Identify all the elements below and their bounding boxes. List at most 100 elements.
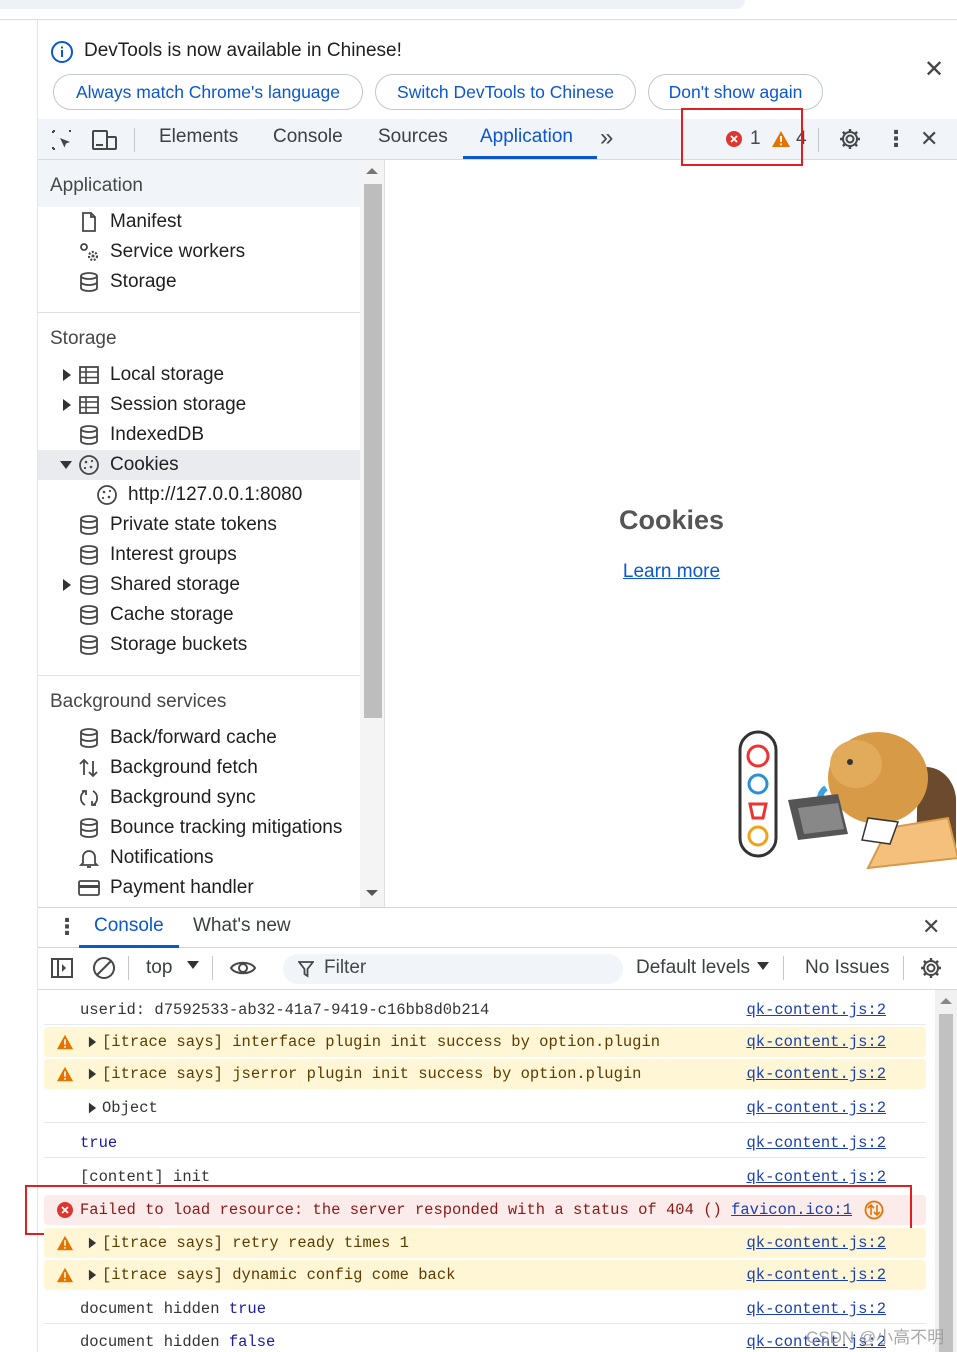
console-source-link[interactable]: qk-content.js:2 xyxy=(746,1162,886,1184)
console-warning-row[interactable]: [itrace says] interface plugin init succ… xyxy=(44,1027,926,1057)
database-icon xyxy=(80,818,98,838)
expand-triangle-icon[interactable] xyxy=(62,369,72,381)
tab-elements[interactable]: Elements xyxy=(159,126,238,148)
sidebar-item-storage-buckets[interactable]: Storage buckets xyxy=(110,630,247,660)
dont-show-again-button[interactable]: Don't show again xyxy=(648,74,823,110)
sidebar-item-cache-storage[interactable]: Cache storage xyxy=(110,600,234,630)
console-source-link[interactable]: qk-content.js:2 xyxy=(746,1128,886,1158)
issue-count-highlight xyxy=(681,108,803,166)
context-selector[interactable]: top xyxy=(146,957,172,979)
warning-icon xyxy=(56,1235,74,1251)
warning-icon xyxy=(56,1066,74,1082)
always-match-language-button[interactable]: Always match Chrome's language xyxy=(53,74,363,110)
sidebar-item-cookie-origin[interactable]: http://127.0.0.1:8080 xyxy=(128,480,302,510)
console-source-link[interactable]: qk-content.js:2 xyxy=(746,1294,886,1324)
expand-triangle-icon[interactable] xyxy=(88,1269,97,1281)
device-toolbar-icon[interactable] xyxy=(91,128,119,152)
console-message-text: document hidden false xyxy=(80,1333,276,1351)
console-source-link[interactable]: qk-content.js:2 xyxy=(746,1260,886,1290)
warning-icon xyxy=(56,1267,74,1283)
clear-console-icon[interactable] xyxy=(92,956,116,980)
more-options-icon[interactable]: ⋮ xyxy=(885,126,907,152)
console-warning-row[interactable]: [itrace says] retry ready times 1 qk-con… xyxy=(44,1228,926,1258)
scroll-down-arrow-icon[interactable] xyxy=(366,890,378,896)
tab-sources[interactable]: Sources xyxy=(378,126,448,148)
console-settings-gear-icon[interactable] xyxy=(919,956,943,980)
drawer-tab-console[interactable]: Console xyxy=(94,915,164,937)
console-warning-row[interactable]: [itrace says] jserror plugin init succes… xyxy=(44,1059,926,1089)
close-devtools-icon[interactable]: ✕ xyxy=(920,126,938,152)
toolbar-separator xyxy=(783,956,784,980)
section-background-services: Background services xyxy=(50,691,227,712)
tab-console[interactable]: Console xyxy=(273,126,343,148)
database-icon xyxy=(80,515,98,535)
scroll-up-arrow-icon[interactable] xyxy=(366,168,378,174)
expand-triangle-icon[interactable] xyxy=(62,579,72,591)
sidebar-item-storage[interactable]: Storage xyxy=(110,267,177,297)
sidebar-item-background-sync[interactable]: Background sync xyxy=(110,783,256,813)
scroll-up-arrow-icon[interactable] xyxy=(940,998,952,1004)
sidebar-item-interest-groups[interactable]: Interest groups xyxy=(110,540,237,570)
console-row[interactable]: Object qk-content.js:2 xyxy=(44,1093,926,1123)
sidebar-item-session-storage[interactable]: Session storage xyxy=(110,390,246,420)
expand-triangle-icon[interactable] xyxy=(88,1068,97,1080)
expand-triangle-icon[interactable] xyxy=(88,1102,97,1114)
switch-to-chinese-button[interactable]: Switch DevTools to Chinese xyxy=(375,74,636,110)
infobar-close-icon[interactable]: ✕ xyxy=(922,58,946,82)
close-drawer-icon[interactable]: ✕ xyxy=(922,914,940,940)
settings-gear-icon[interactable] xyxy=(838,127,862,151)
infobar-message: DevTools is now available in Chinese! xyxy=(84,40,402,61)
expand-triangle-icon[interactable] xyxy=(62,399,72,411)
show-sidebar-icon[interactable] xyxy=(50,957,74,979)
console-warning-row[interactable]: [itrace says] dynamic config come back q… xyxy=(44,1260,926,1290)
console-message-text: userid: d7592533-ab32-41a7-9419-c16bb8d0… xyxy=(80,1001,490,1019)
sidebar-item-background-fetch[interactable]: Background fetch xyxy=(110,753,258,783)
console-source-link[interactable]: qk-content.js:2 xyxy=(746,1093,886,1123)
cookie-icon xyxy=(97,485,117,505)
sidebar-scroll-thumb[interactable] xyxy=(364,184,382,718)
console-row: document hidden true qk-content.js:2 xyxy=(44,1294,926,1324)
console-source-link[interactable]: qk-content.js:2 xyxy=(746,1059,886,1089)
sidebar-item-shared-storage[interactable]: Shared storage xyxy=(110,570,240,600)
sidebar-item-manifest[interactable]: Manifest xyxy=(110,207,182,237)
sidebar-item-cookies[interactable]: Cookies xyxy=(110,450,179,480)
learn-more-link[interactable]: Learn more xyxy=(386,561,957,583)
collapse-triangle-icon[interactable] xyxy=(60,460,72,470)
issues-counter[interactable]: No Issues xyxy=(805,957,889,979)
expand-triangle-icon[interactable] xyxy=(88,1036,97,1048)
console-source-link[interactable]: qk-content.js:2 xyxy=(746,1027,886,1057)
expand-triangle-icon[interactable] xyxy=(88,1237,97,1249)
drawer-menu-icon[interactable]: ⋮ xyxy=(56,914,78,940)
cookie-icon xyxy=(79,455,99,475)
database-icon xyxy=(80,272,98,292)
console-scroll-thumb[interactable] xyxy=(939,1014,953,1352)
console-message-text: [itrace says] jserror plugin init succes… xyxy=(102,1065,642,1083)
console-message-text: [itrace says] dynamic config come back xyxy=(102,1266,456,1284)
more-tabs-chevron-icon[interactable]: » xyxy=(600,124,613,152)
table-icon xyxy=(79,366,99,384)
sidebar-item-service-workers[interactable]: Service workers xyxy=(110,237,245,267)
console-scrollbar[interactable] xyxy=(935,990,957,1352)
sidebar-scrollbar[interactable] xyxy=(360,160,385,907)
sidebar-item-indexeddb[interactable]: IndexedDB xyxy=(110,420,204,450)
sidebar-item-payment-handler[interactable]: Payment handler xyxy=(110,873,254,903)
live-expression-eye-icon[interactable] xyxy=(229,957,257,979)
section-storage: Storage xyxy=(50,328,117,349)
inspect-element-icon[interactable] xyxy=(50,128,74,152)
context-dropdown-icon[interactable] xyxy=(187,961,199,969)
cookies-empty-title: Cookies xyxy=(618,505,725,535)
manifest-icon xyxy=(82,212,96,232)
tab-application[interactable]: Application xyxy=(480,126,573,148)
section-divider xyxy=(38,675,360,676)
sidebar-item-notifications[interactable]: Notifications xyxy=(110,843,214,873)
console-source-link[interactable]: qk-content.js:2 xyxy=(746,1228,886,1258)
sidebar-item-private-state-tokens[interactable]: Private state tokens xyxy=(110,510,277,540)
sidebar-item-local-storage[interactable]: Local storage xyxy=(110,360,224,390)
log-levels-dropdown[interactable]: Default levels xyxy=(636,957,750,979)
up-down-arrows-icon xyxy=(79,758,98,778)
sidebar-item-back-forward-cache[interactable]: Back/forward cache xyxy=(110,723,277,753)
console-source-link[interactable]: qk-content.js:2 xyxy=(746,995,886,1025)
sidebar-item-bounce-tracking[interactable]: Bounce tracking mitigations xyxy=(110,813,342,843)
drawer-tab-whats-new[interactable]: What's new xyxy=(193,915,291,937)
levels-dropdown-icon[interactable] xyxy=(757,962,769,970)
